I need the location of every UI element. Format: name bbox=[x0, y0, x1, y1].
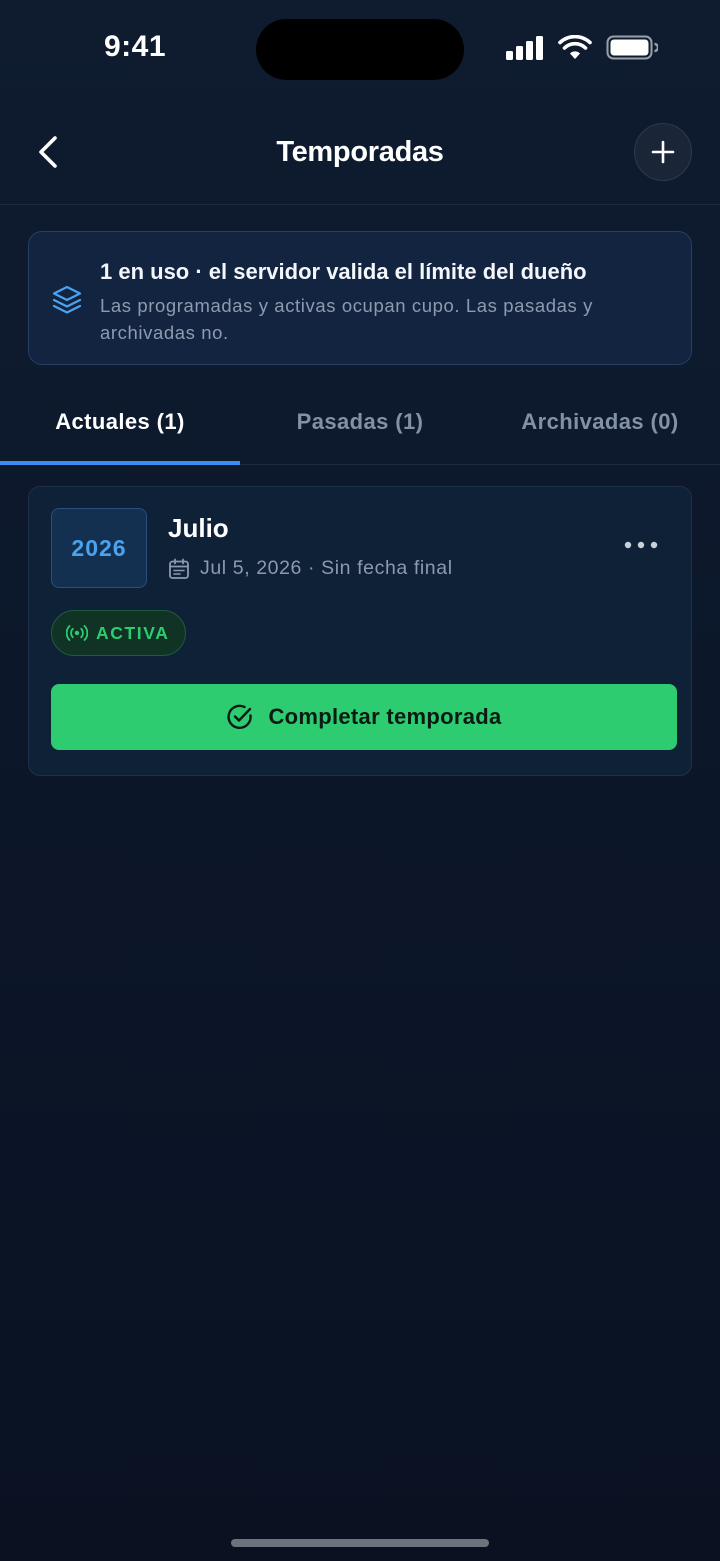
check-circle-icon bbox=[227, 704, 253, 730]
more-options-button[interactable] bbox=[619, 533, 663, 557]
season-tabs: Actuales (1) Pasadas (1) Archivadas (0) bbox=[0, 380, 720, 465]
add-season-button[interactable] bbox=[634, 123, 692, 181]
header: Temporadas bbox=[0, 108, 720, 205]
tab-label: Pasadas (1) bbox=[296, 409, 424, 434]
home-indicator bbox=[231, 1539, 489, 1547]
tab-pasadas[interactable]: Pasadas (1) bbox=[240, 380, 480, 464]
cellular-signal-icon bbox=[506, 35, 543, 60]
tab-archivadas[interactable]: Archivadas (0) bbox=[480, 380, 720, 464]
tab-actuales[interactable]: Actuales (1) bbox=[0, 380, 240, 465]
page-title: Temporadas bbox=[276, 136, 444, 168]
calendar-icon bbox=[169, 558, 189, 579]
layers-icon bbox=[52, 285, 82, 314]
year-badge: 2026 bbox=[51, 508, 147, 588]
complete-season-label: Completar temporada bbox=[268, 704, 502, 729]
plus-icon bbox=[651, 140, 675, 164]
quota-info-banner: 1 en uso · el servidor valida el límite … bbox=[28, 231, 692, 365]
season-dates: Jul 5, 2026 · Sin fecha final bbox=[168, 557, 453, 580]
more-horizontal-icon bbox=[624, 541, 658, 549]
status-icons bbox=[506, 35, 658, 60]
dynamic-island bbox=[256, 19, 464, 80]
status-badge: ACTIVA bbox=[51, 610, 187, 656]
wifi-icon bbox=[558, 35, 592, 59]
season-card[interactable]: 2026 Julio Jul 5, 2026 · Sin fecha final bbox=[28, 486, 692, 776]
complete-season-button[interactable]: Completar temporada bbox=[51, 684, 677, 750]
season-date-text: Jul 5, 2026 · Sin fecha final bbox=[200, 557, 453, 579]
banner-title: 1 en uso · el servidor valida el límite … bbox=[100, 259, 587, 284]
app-screen: 9:41 Temporadas 1 en uso · el servidor v… bbox=[0, 0, 720, 1561]
status-bar: 9:41 bbox=[0, 0, 720, 100]
battery-icon bbox=[606, 35, 658, 60]
tab-label: Archivadas (0) bbox=[521, 409, 679, 434]
season-name: Julio bbox=[168, 513, 229, 543]
tab-label: Actuales (1) bbox=[55, 409, 185, 434]
broadcast-icon bbox=[66, 625, 88, 641]
status-badge-label: ACTIVA bbox=[96, 622, 170, 643]
status-time: 9:41 bbox=[104, 30, 167, 63]
banner-description: Las programadas y activas ocupan cupo. L… bbox=[100, 295, 593, 343]
active-tab-indicator bbox=[0, 461, 240, 465]
